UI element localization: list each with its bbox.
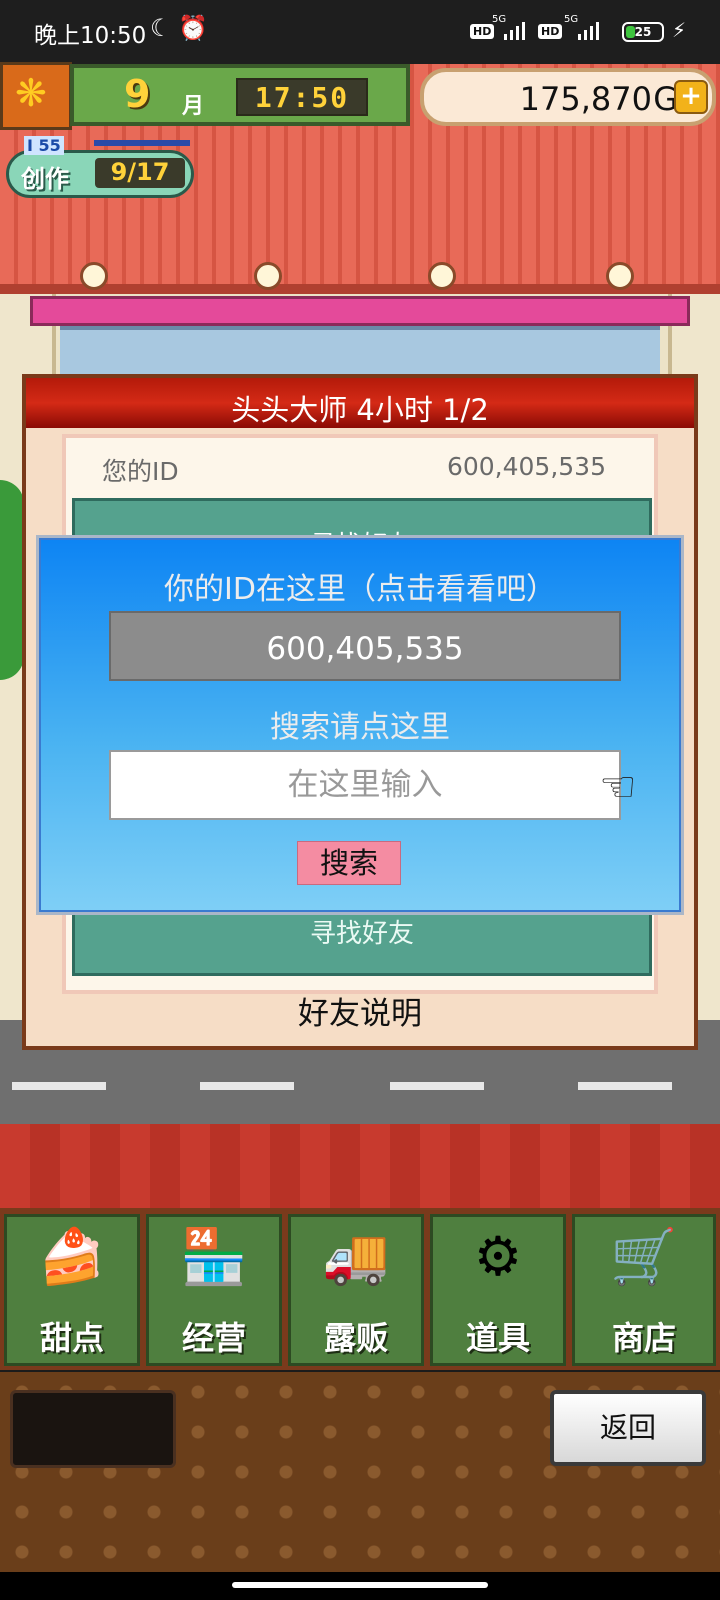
- lane-mark: [12, 1082, 106, 1090]
- signal-icon: [504, 22, 530, 40]
- plus-icon[interactable]: +: [674, 80, 708, 114]
- shop-window: [60, 326, 660, 380]
- dialog-title-bar: 头头大师 4小时 1/2: [26, 378, 694, 428]
- items-bag-icon: ⚙: [473, 1225, 523, 1288]
- lane-mark: [200, 1082, 294, 1090]
- money-panel: 175,870 G +: [420, 68, 716, 126]
- money-amount: 175,870: [519, 80, 652, 118]
- alarm-icon: ⏰: [178, 14, 208, 42]
- maple-leaf-icon: ❋: [15, 71, 47, 115]
- hd-badge: HD: [470, 24, 495, 39]
- create-label: 创作: [21, 165, 69, 193]
- game-clock: 17:50: [254, 81, 350, 114]
- nav-label: 经营: [181, 1319, 246, 1357]
- date-panel: 9 月 17:50: [70, 64, 410, 126]
- search-hint: 搜索请点这里: [270, 710, 450, 745]
- hd-badge-2: HD: [538, 24, 563, 39]
- bottom-nav: 🍰 甜点 🏪 经营 🚚 露贩 ⚙ 道具 🛒 商店: [0, 1208, 720, 1370]
- lane-mark: [578, 1082, 672, 1090]
- lamp-icon: [606, 262, 634, 290]
- tree-icon: [0, 480, 24, 680]
- clock-box: 17:50: [236, 78, 368, 116]
- level-tag: I 55: [24, 136, 64, 155]
- network-type-2: 5G: [564, 14, 579, 25]
- message-box: [10, 1390, 176, 1468]
- shop-sign-bar: [30, 296, 690, 326]
- moon-icon: ☾: [150, 14, 172, 42]
- back-button[interactable]: 返回: [550, 1390, 706, 1466]
- search-input[interactable]: 在这里输入: [109, 750, 621, 820]
- cart-icon: 🛒: [610, 1225, 678, 1288]
- nav-foodtruck-button[interactable]: 🚚 露贩: [288, 1214, 424, 1366]
- create-pill: 创作 9/17: [6, 150, 194, 198]
- nav-dessert-button[interactable]: 🍰 甜点: [4, 1214, 140, 1366]
- level-value: 55: [38, 136, 61, 155]
- lane-mark: [390, 1082, 484, 1090]
- lamp-icon: [80, 262, 108, 290]
- pointing-hand-icon: ☜: [599, 762, 637, 811]
- food-truck-icon: 🚚: [322, 1225, 390, 1288]
- your-id-label: 您的ID: [102, 457, 179, 486]
- create-count-box: 9/17: [95, 158, 185, 188]
- charging-icon: ⚡: [672, 18, 687, 42]
- signal-icon-2: [578, 22, 604, 40]
- month-number: 9: [124, 72, 151, 116]
- find-friends-button[interactable]: 寻找好友: [75, 913, 649, 950]
- level-progress-bar: [94, 140, 190, 146]
- season-button[interactable]: ❋: [0, 62, 72, 130]
- shop-icon: 🏪: [180, 1225, 248, 1288]
- your-id-value: 600,405,535: [446, 452, 606, 481]
- month-unit: 月: [182, 94, 205, 119]
- id-display-box[interactable]: 600,405,535: [109, 611, 621, 681]
- friend-info-button[interactable]: 好友说明: [26, 988, 694, 1033]
- lamp-icon: [254, 262, 282, 290]
- dialog-title: 头头大师 4小时 1/2: [231, 393, 489, 427]
- nav-label: 露贩: [323, 1319, 388, 1357]
- nav-items-button[interactable]: ⚙ 道具: [430, 1214, 566, 1366]
- lamp-icon: [428, 262, 456, 290]
- nav-store-button[interactable]: 🛒 商店: [572, 1214, 716, 1366]
- level-prefix: I: [27, 136, 33, 155]
- nav-label: 商店: [611, 1319, 676, 1357]
- home-indicator[interactable]: [232, 1582, 488, 1588]
- carpet: [0, 1124, 720, 1220]
- nav-manage-button[interactable]: 🏪 经营: [146, 1214, 282, 1366]
- popup-id-value: 600,405,535: [266, 631, 464, 667]
- status-time: 晚上10:50: [34, 23, 147, 49]
- nav-label: 道具: [465, 1319, 530, 1357]
- nav-label: 甜点: [39, 1319, 104, 1357]
- battery-level: 25: [634, 25, 652, 39]
- popup-title: 你的ID在这里（点击看看吧）: [164, 572, 556, 607]
- search-button[interactable]: 搜索: [297, 841, 401, 885]
- cake-icon: 🍰: [38, 1225, 106, 1288]
- id-search-popup: 你的ID在这里（点击看看吧） 600,405,535 搜索请点这里 在这里输入 …: [36, 535, 684, 915]
- battery-icon: 25: [622, 22, 664, 42]
- create-badge[interactable]: 创作 9/17 I 55: [6, 136, 194, 198]
- create-count: 9/17: [110, 158, 170, 186]
